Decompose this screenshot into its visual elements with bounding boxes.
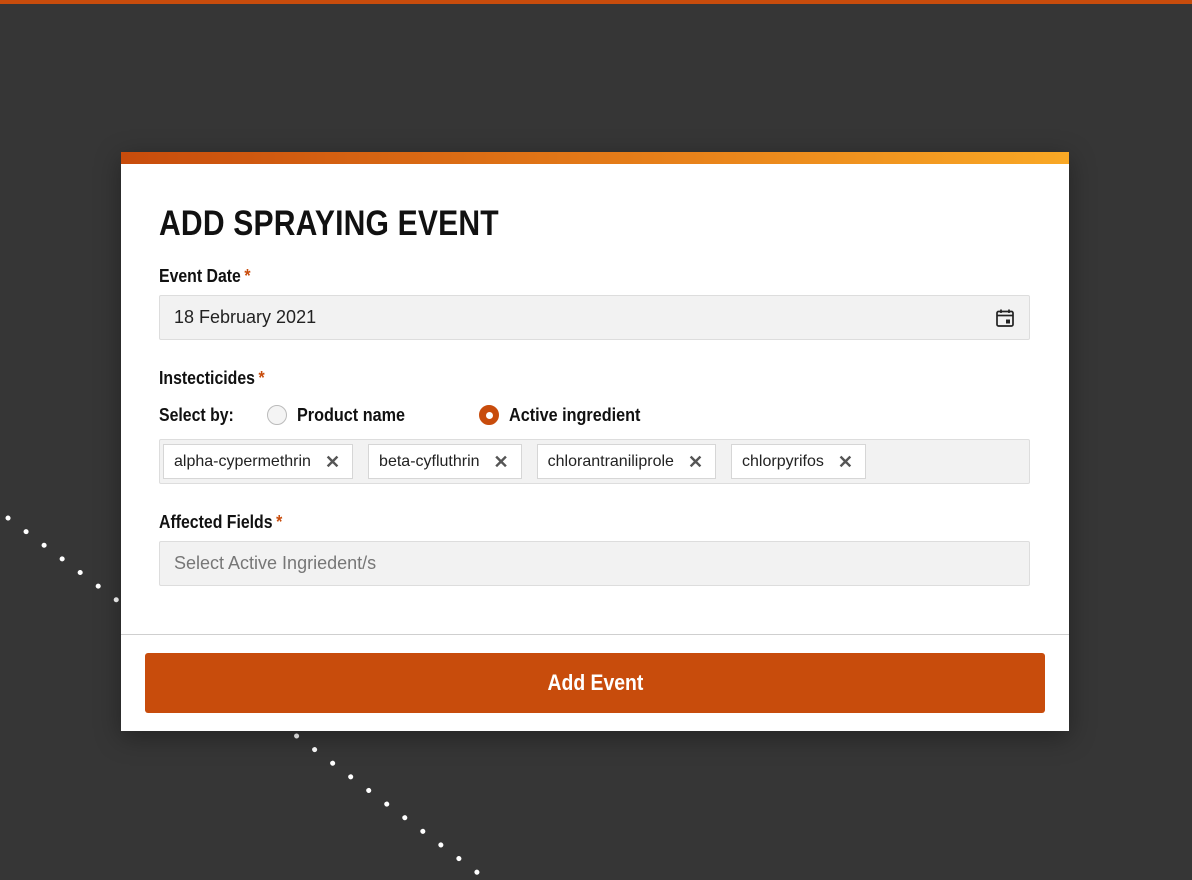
required-asterisk: *: [276, 512, 283, 532]
modal-title: ADD SPRAYING EVENT: [159, 204, 499, 243]
chip-label: alpha-cypermethrin: [174, 452, 311, 470]
affected-fields-select[interactable]: Select Active Ingriedent/s: [159, 541, 1030, 586]
add-event-button[interactable]: Add Event: [145, 653, 1045, 713]
remove-chip-icon[interactable]: ✕: [325, 453, 340, 471]
modal-accent-bar: [121, 152, 1069, 164]
select-by-label: Select by:: [159, 404, 234, 425]
affected-fields-placeholder: Select Active Ingriedent/s: [174, 553, 377, 573]
event-date-label-row: Event Date *: [159, 266, 1031, 288]
affected-fields-label: Affected Fields *: [159, 512, 283, 532]
remove-chip-icon[interactable]: ✕: [494, 453, 509, 471]
event-date-input[interactable]: 18 February 2021: [159, 295, 1030, 340]
add-event-button-label: Add Event: [547, 670, 643, 695]
chip-alpha-cypermethrin: alpha-cypermethrin ✕: [163, 444, 354, 479]
radio-product-name-label: Product name: [297, 404, 406, 425]
calendar-icon[interactable]: [995, 308, 1015, 328]
event-date-value: 18 February 2021: [174, 307, 317, 327]
remove-chip-icon[interactable]: ✕: [838, 453, 853, 471]
radio-product-name-circle[interactable]: [267, 405, 287, 425]
required-asterisk: *: [258, 368, 265, 388]
select-by-row: Select by: Product name Active ingredien…: [159, 404, 1031, 426]
radio-active-ingredient-circle[interactable]: [479, 405, 499, 425]
chip-chlorpyrifos: chlorpyrifos ✕: [731, 444, 866, 479]
add-spraying-event-modal: ADD SPRAYING EVENT Event Date * 18 Februa…: [121, 152, 1069, 731]
insecticides-label-row: Instecticides *: [159, 368, 1031, 390]
event-date-label: Event Date *: [159, 266, 251, 286]
select-by-label-wrap: Select by:: [159, 405, 267, 426]
radio-active-ingredient[interactable]: Active ingredient: [479, 405, 655, 426]
chip-label: beta-cyfluthrin: [379, 452, 480, 470]
required-asterisk: *: [244, 266, 251, 286]
chip-beta-cyfluthrin: beta-cyfluthrin ✕: [368, 444, 522, 479]
remove-chip-icon[interactable]: ✕: [688, 453, 703, 471]
chip-label: chlorantraniliprole: [547, 452, 674, 470]
insecticide-chips-input[interactable]: alpha-cypermethrin ✕ beta-cyfluthrin ✕ c…: [159, 439, 1030, 484]
radio-product-name[interactable]: Product name: [267, 405, 479, 426]
chip-chlorantraniliprole: chlorantraniliprole ✕: [536, 444, 717, 479]
chip-label: chlorpyrifos: [742, 452, 824, 470]
insecticides-label: Instecticides *: [159, 368, 265, 388]
radio-active-ingredient-label: Active ingredient: [509, 404, 641, 425]
affected-fields-label-row: Affected Fields *: [159, 512, 1031, 534]
footer-divider: [121, 634, 1069, 635]
